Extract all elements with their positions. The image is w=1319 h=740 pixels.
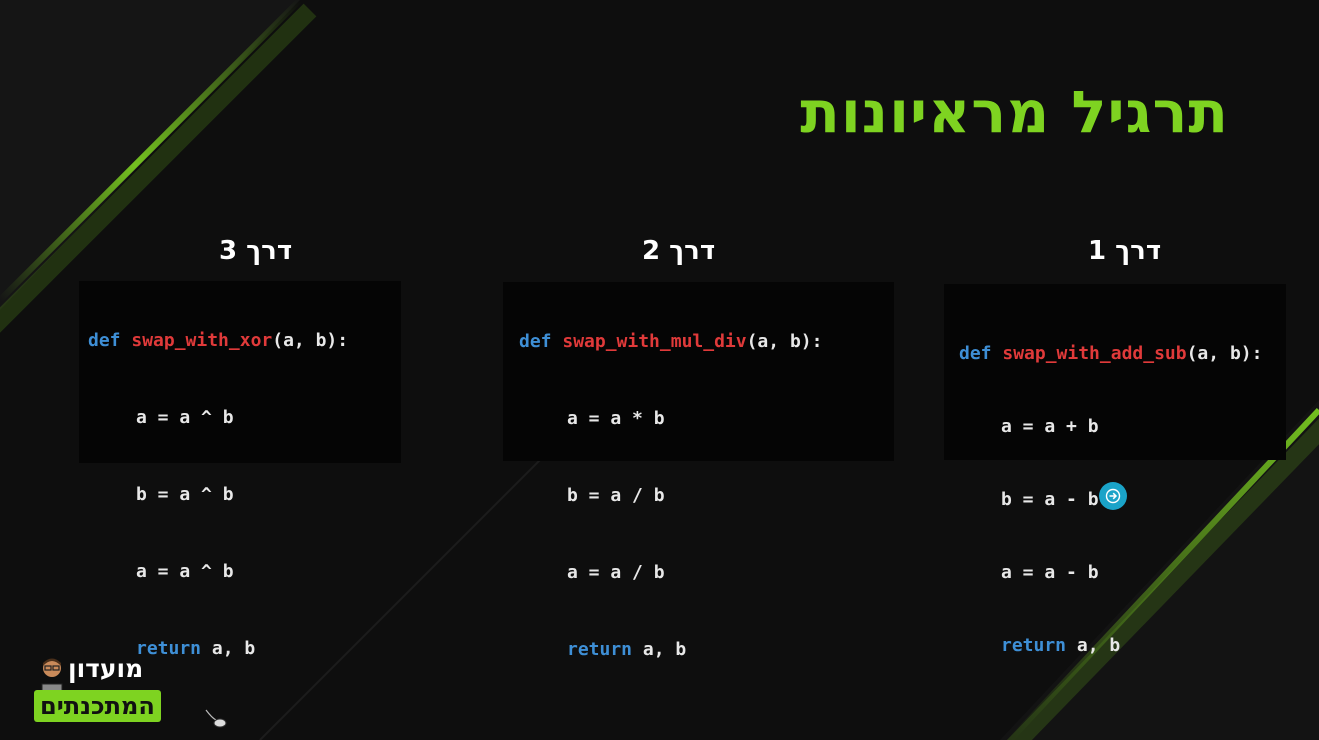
- club-logo: מועדון המתכנתים: [30, 652, 230, 732]
- code-line: b = a ^ b: [136, 484, 234, 505]
- code-line: a = a * b: [567, 408, 665, 429]
- def-keyword: def: [519, 331, 552, 352]
- return-values: a, b: [632, 639, 687, 660]
- next-slide-button[interactable]: [1099, 482, 1127, 510]
- code-block-way-1: def swap_with_add_sub(a, b): a = a + b b…: [944, 284, 1286, 656]
- return-keyword: return: [567, 639, 633, 660]
- code-line: a = a ^ b: [136, 407, 234, 428]
- function-name: swap_with_xor: [131, 330, 273, 351]
- code-line: a = a + b: [1001, 416, 1099, 437]
- code-line: a = a ^ b: [136, 561, 234, 582]
- logo-line-1: מועדון: [68, 654, 144, 683]
- function-signature: (a, b):: [272, 330, 349, 351]
- code-line: b = a - b: [1001, 489, 1099, 510]
- function-signature: (a, b):: [1186, 343, 1263, 364]
- logo-line-2: המתכנתים: [34, 690, 161, 722]
- return-values: a, b: [1066, 635, 1121, 656]
- return-keyword: return: [1001, 635, 1067, 656]
- way-2-label: דרך 2: [642, 236, 716, 266]
- mouse-icon: [205, 709, 227, 728]
- way-1-label: דרך 1: [1088, 236, 1162, 266]
- arrow-right-icon: [1105, 488, 1121, 504]
- way-3-label: דרך 3: [219, 236, 293, 266]
- code-block-way-3: def swap_with_xor(a, b): a = a ^ b b = a…: [79, 281, 401, 659]
- def-keyword: def: [88, 330, 121, 351]
- function-signature: (a, b):: [746, 331, 823, 352]
- code-line: a = a - b: [1001, 562, 1099, 583]
- def-keyword: def: [959, 343, 992, 364]
- code-line: a = a / b: [567, 562, 665, 583]
- function-name: swap_with_mul_div: [562, 331, 747, 352]
- function-name: swap_with_add_sub: [1002, 343, 1187, 364]
- code-block-way-2: def swap_with_mul_div(a, b): a = a * b b…: [503, 282, 894, 660]
- slide-title: תרגיל מראיונות: [800, 78, 1229, 146]
- code-line: b = a / b: [567, 485, 665, 506]
